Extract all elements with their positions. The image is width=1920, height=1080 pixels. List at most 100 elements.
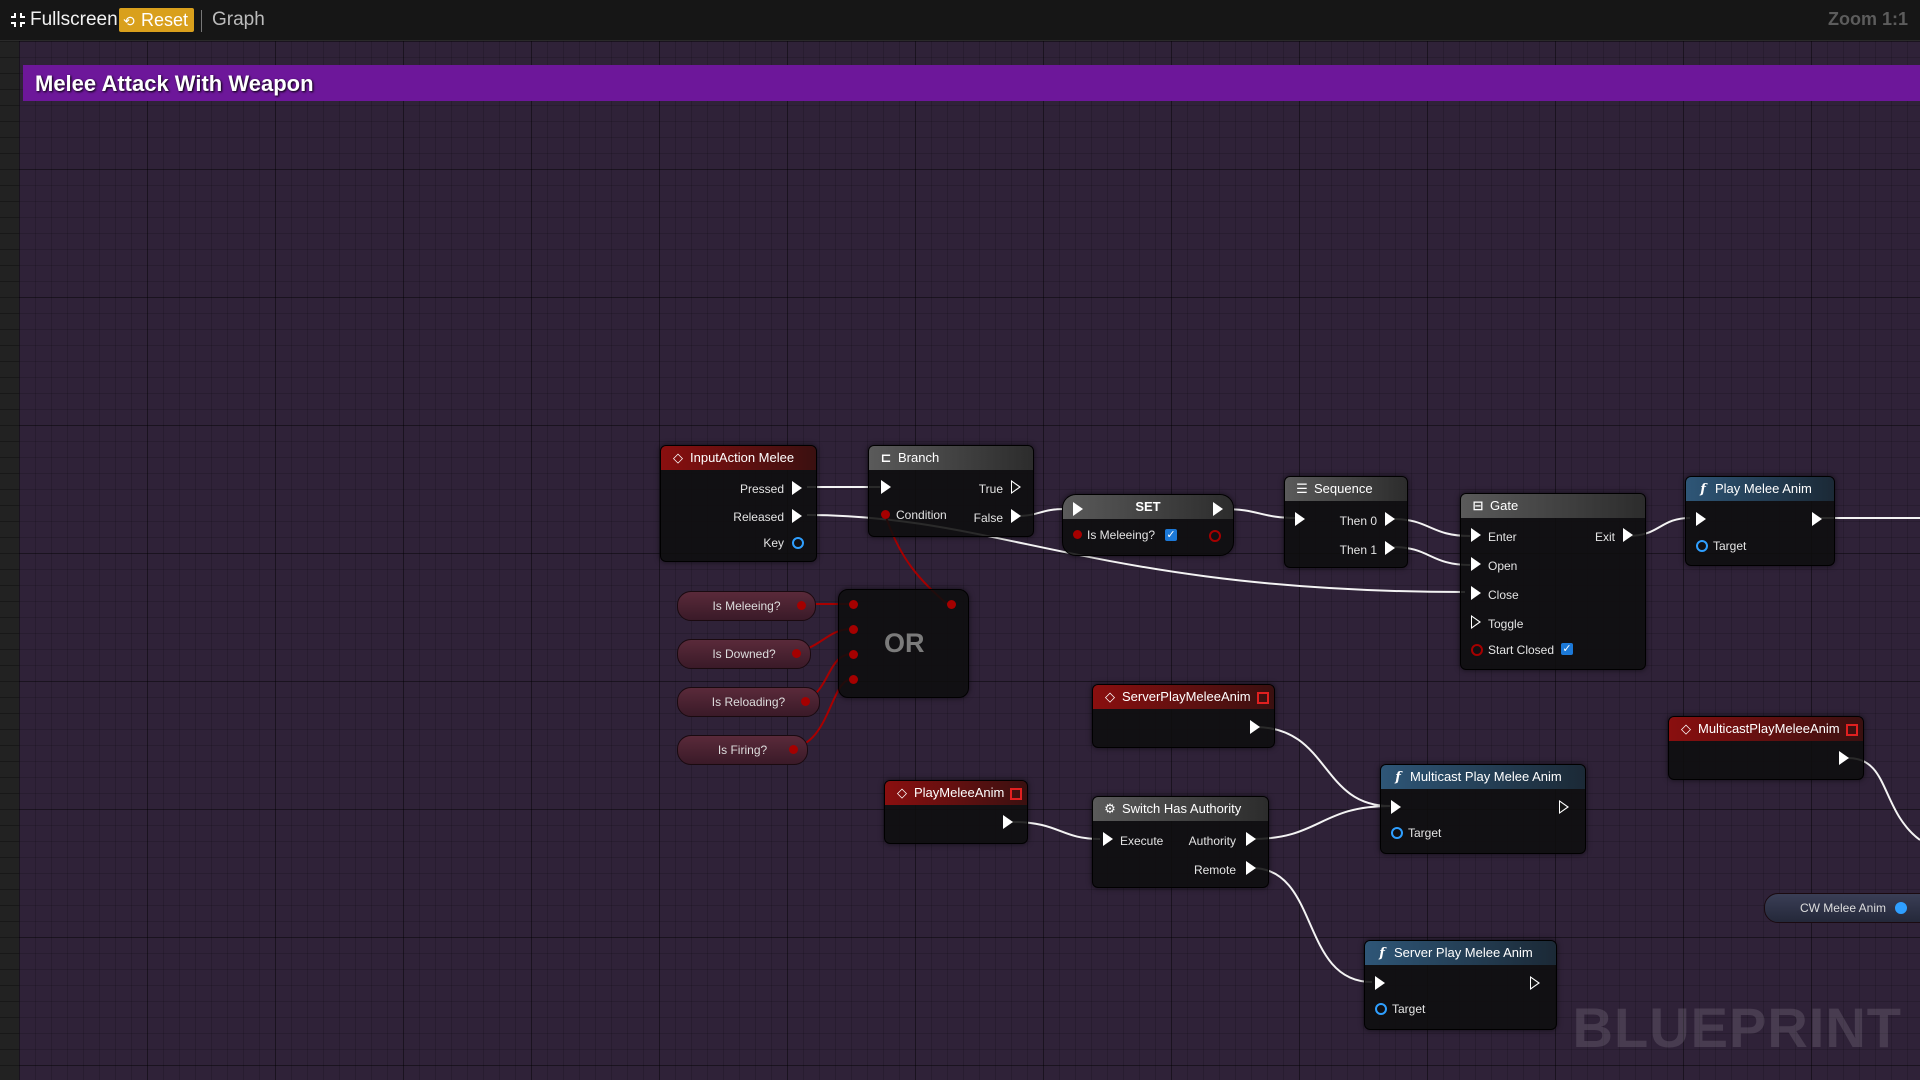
node-set[interactable]: SET Is Meleeing? ✓ bbox=[1062, 494, 1234, 556]
var-is-firing[interactable]: Is Firing? bbox=[677, 735, 808, 765]
pin-label-close: Close bbox=[1488, 588, 1519, 602]
graph-label: Graph bbox=[212, 9, 265, 30]
var-is-downed[interactable]: Is Downed? bbox=[677, 639, 811, 669]
canvas-edge bbox=[0, 41, 19, 1080]
pin-or-out[interactable] bbox=[947, 600, 956, 609]
function-icon: f bbox=[1395, 770, 1401, 785]
pin-false[interactable] bbox=[1011, 509, 1021, 523]
pin-set-out[interactable] bbox=[1209, 530, 1221, 542]
pin-then1[interactable] bbox=[1385, 541, 1395, 555]
pin-key[interactable] bbox=[792, 537, 804, 549]
toolbar-divider bbox=[201, 10, 202, 32]
reset-icon: ⟲ bbox=[123, 13, 135, 29]
pin-remote[interactable] bbox=[1246, 861, 1256, 875]
pin-open[interactable] bbox=[1471, 557, 1481, 571]
pin-or-in-b[interactable] bbox=[849, 625, 858, 634]
comment-box-header[interactable]: Melee Attack With Weapon bbox=[23, 65, 1920, 101]
pin-true[interactable] bbox=[1011, 480, 1021, 494]
pin-exec-out[interactable] bbox=[1003, 815, 1013, 829]
sequence-icon: ☰ bbox=[1296, 481, 1308, 496]
node-gate[interactable]: ⊟ Gate Enter Exit Open Close Toggle Start… bbox=[1460, 493, 1646, 670]
is-meleeing-checkbox[interactable]: ✓ bbox=[1165, 529, 1177, 541]
node-server-call[interactable]: f Server Play Melee Anim Target bbox=[1364, 940, 1557, 1030]
node-play-melee-anim[interactable]: f Play Melee Anim Target bbox=[1685, 476, 1835, 566]
node-multicast-call[interactable]: f Multicast Play Melee Anim Target bbox=[1380, 764, 1586, 854]
comment-title: Melee Attack With Weapon bbox=[35, 71, 314, 96]
node-title: SET bbox=[1135, 499, 1161, 514]
pin-exec-out[interactable] bbox=[1530, 976, 1540, 990]
pin-label-false: False bbox=[973, 511, 1003, 525]
pin-exec-in[interactable] bbox=[881, 480, 891, 494]
pin-then0[interactable] bbox=[1385, 512, 1395, 526]
node-title: Sequence bbox=[1314, 481, 1373, 496]
pin-authority[interactable] bbox=[1246, 832, 1256, 846]
node-multicast-event[interactable]: ◇ MulticastPlayMeleeAnim bbox=[1668, 716, 1864, 780]
pin-label-exit: Exit bbox=[1594, 530, 1615, 544]
pin-out[interactable] bbox=[797, 601, 806, 610]
pin-target[interactable] bbox=[1375, 1003, 1387, 1015]
node-title: InputAction Melee bbox=[690, 450, 795, 465]
var-cw-melee-anim[interactable]: CW Melee Anim bbox=[1764, 893, 1920, 923]
event-diamond-icon: ◇ bbox=[673, 450, 683, 465]
node-switch-authority[interactable]: ⚙ Switch Has Authority Execute Authority … bbox=[1092, 796, 1269, 888]
pin-label-is-meleeing: Is Meleeing? bbox=[1087, 528, 1156, 542]
event-diamond-icon: ◇ bbox=[1681, 721, 1691, 736]
node-sequence[interactable]: ☰ Sequence Then 0 Then 1 bbox=[1284, 476, 1408, 568]
pin-out[interactable] bbox=[1895, 902, 1907, 914]
pin-close[interactable] bbox=[1471, 586, 1481, 600]
node-title: PlayMeleeAnim bbox=[914, 785, 1005, 800]
pin-exec-in[interactable] bbox=[1696, 512, 1706, 526]
blueprint-watermark: BLUEPRINT bbox=[1572, 996, 1902, 1059]
pin-is-meleeing[interactable] bbox=[1073, 530, 1082, 539]
pin-exec-in[interactable] bbox=[1073, 502, 1083, 516]
pin-released[interactable] bbox=[792, 509, 802, 523]
pin-toggle[interactable] bbox=[1471, 615, 1481, 629]
pin-start-closed[interactable] bbox=[1471, 644, 1483, 656]
node-title: ServerPlayMeleeAnim bbox=[1122, 689, 1251, 704]
pin-out[interactable] bbox=[792, 649, 801, 658]
reset-label: Reset bbox=[141, 10, 189, 30]
node-play-event[interactable]: ◇ PlayMeleeAnim bbox=[884, 780, 1028, 844]
var-is-reloading[interactable]: Is Reloading? bbox=[677, 687, 820, 717]
pin-enter[interactable] bbox=[1471, 528, 1481, 542]
pin-out[interactable] bbox=[801, 697, 810, 706]
pin-out[interactable] bbox=[789, 745, 798, 754]
zoom-level: Zoom 1:1 bbox=[1827, 9, 1908, 29]
pin-exec-out[interactable] bbox=[1839, 751, 1849, 765]
pin-target[interactable] bbox=[1696, 540, 1708, 552]
or-label: OR bbox=[884, 628, 925, 658]
pin-or-in-a[interactable] bbox=[849, 600, 858, 609]
event-diamond-icon: ◇ bbox=[897, 785, 907, 800]
pin-exec-out[interactable] bbox=[1559, 800, 1569, 814]
fullscreen-icon[interactable] bbox=[10, 12, 26, 28]
node-or[interactable]: OR bbox=[838, 589, 969, 698]
node-title: Switch Has Authority bbox=[1122, 801, 1242, 816]
start-closed-checkbox[interactable]: ✓ bbox=[1561, 643, 1573, 655]
replication-icon bbox=[1010, 787, 1023, 800]
pin-exec-out[interactable] bbox=[1812, 512, 1822, 526]
pin-exit[interactable] bbox=[1623, 528, 1633, 542]
pin-exec-out[interactable] bbox=[1250, 720, 1260, 734]
pin-execute[interactable] bbox=[1103, 832, 1113, 846]
reset-button[interactable]: ⟲ Reset bbox=[119, 8, 195, 32]
pin-exec-in[interactable] bbox=[1375, 976, 1385, 990]
pin-exec-in[interactable] bbox=[1391, 800, 1401, 814]
node-title: Branch bbox=[898, 450, 940, 465]
pin-or-in-c[interactable] bbox=[849, 650, 858, 659]
pin-pressed[interactable] bbox=[792, 481, 802, 495]
node-inputaction-melee[interactable]: ◇ InputAction Melee Pressed Released Key bbox=[660, 445, 817, 562]
event-diamond-icon: ◇ bbox=[1105, 689, 1115, 704]
gate-icon: ⊟ bbox=[1472, 498, 1484, 513]
pin-label-true: True bbox=[978, 482, 1003, 496]
pin-or-in-d[interactable] bbox=[849, 675, 858, 684]
pin-exec-in[interactable] bbox=[1295, 512, 1305, 526]
var-is-meleeing[interactable]: Is Meleeing? bbox=[677, 591, 816, 621]
node-title: Gate bbox=[1490, 498, 1519, 513]
branch-icon: ⊏ bbox=[880, 450, 892, 465]
pin-target[interactable] bbox=[1391, 827, 1403, 839]
fullscreen-button[interactable]: Fullscreen bbox=[30, 9, 118, 31]
pin-exec-out[interactable] bbox=[1213, 502, 1223, 516]
node-branch[interactable]: ⊏ Branch True Condition False bbox=[868, 445, 1034, 537]
pin-condition[interactable] bbox=[881, 510, 890, 519]
node-server-event[interactable]: ◇ ServerPlayMeleeAnim bbox=[1092, 684, 1275, 748]
